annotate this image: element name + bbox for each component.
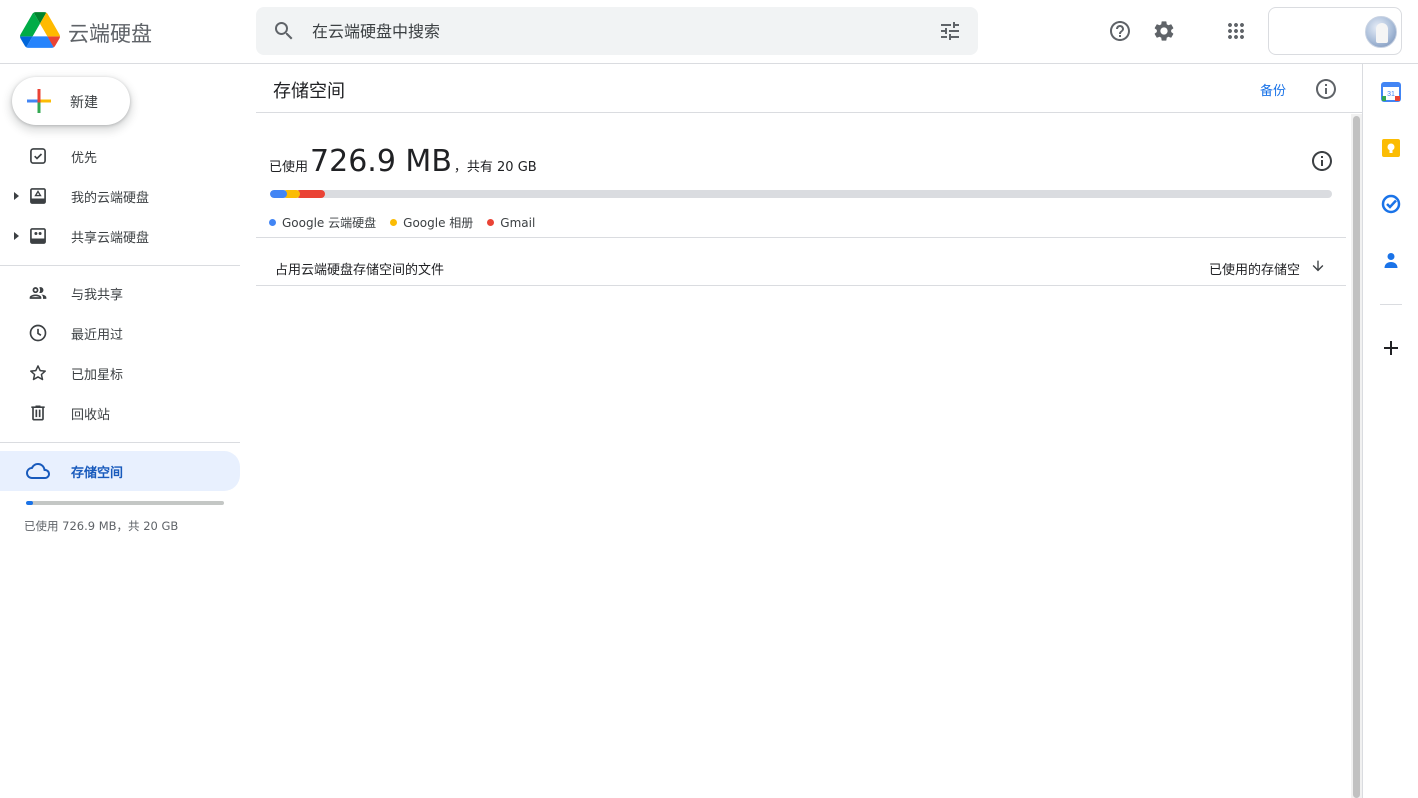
backup-link[interactable]: 备份 <box>1260 80 1286 99</box>
sidebar-storage-bar <box>26 501 224 505</box>
sidebar-item-label: 我的云端硬盘 <box>71 191 150 206</box>
new-button-label: 新建 <box>70 95 98 111</box>
sidebar-item-storage[interactable]: 存储空间 <box>0 451 240 491</box>
files-section-label: 占用云端硬盘存储空间的文件 <box>275 263 445 278</box>
legend-item: Google 相册 <box>390 214 473 231</box>
section-divider <box>256 237 1346 238</box>
avatar[interactable] <box>1365 16 1397 48</box>
sidebar-item-shared-with-me[interactable]: 与我共享 <box>0 277 240 309</box>
info-icon[interactable] <box>1314 77 1338 101</box>
page-title: 存储空间 <box>273 81 345 102</box>
account-switcher[interactable] <box>1268 7 1402 55</box>
clock-icon <box>29 324 47 342</box>
apps-grid-icon[interactable] <box>1224 19 1248 43</box>
legend-dot <box>487 219 495 226</box>
svg-text:31: 31 <box>1387 91 1395 98</box>
search-options-icon[interactable] <box>938 19 962 43</box>
legend-label: Google 相册 <box>403 216 474 230</box>
search-icon[interactable] <box>272 19 296 43</box>
sidebar-item-priority[interactable]: 优先 <box>0 140 240 172</box>
legend-item: Google 云端硬盘 <box>269 214 376 231</box>
priority-check-icon <box>30 148 46 164</box>
search-input[interactable] <box>312 7 912 55</box>
scrollbar-thumb[interactable] <box>1353 116 1360 798</box>
help-icon[interactable] <box>1108 19 1132 43</box>
sidebar-item-my-drive[interactable]: 我的云端硬盘 <box>0 180 240 212</box>
sidebar-item-label: 最近用过 <box>71 328 124 343</box>
trash-icon <box>31 405 45 421</box>
sidebar-item-shared-drives[interactable]: 共享云端硬盘 <box>0 220 240 252</box>
sidebar-item-label: 存储空间 <box>71 466 124 481</box>
settings-gear-icon[interactable] <box>1152 19 1176 43</box>
cloud-icon <box>26 463 50 479</box>
star-icon <box>30 365 46 381</box>
top-header: 云端硬盘 <box>0 0 1418 64</box>
storage-usage-summary: 已使用726.9 MB ，共有 20 GB <box>269 144 537 179</box>
legend-item: Gmail <box>487 216 535 230</box>
sidebar-storage-bar-fill <box>26 501 33 505</box>
calendar-icon[interactable]: 31 <box>1381 82 1401 102</box>
sidebar-item-label: 回收站 <box>71 408 111 423</box>
legend-label: Google 云端硬盘 <box>282 216 377 230</box>
arrow-down-icon[interactable] <box>1310 258 1326 274</box>
app-title: 云端硬盘 <box>68 22 152 46</box>
keep-icon[interactable] <box>1381 138 1401 158</box>
sidebar-item-label: 共享云端硬盘 <box>71 231 150 246</box>
sort-by-storage-button[interactable]: 已使用的存储空 <box>1209 259 1300 278</box>
storage-legend: Google 云端硬盘 Google 相册 Gmail <box>269 214 549 231</box>
usage-prefix: 已使用 <box>269 160 309 175</box>
storage-bar-segment <box>296 190 325 198</box>
main-content: 存储空间 备份 已使用726.9 MB ，共有 20 GB Google 云端硬盘… <box>256 64 1362 798</box>
sidebar-item-label: 已加星标 <box>71 368 124 383</box>
sidebar-divider <box>0 442 240 443</box>
my-drive-icon <box>30 188 46 204</box>
plus-color-icon <box>27 89 51 113</box>
caret-right-icon[interactable] <box>10 230 22 242</box>
storage-bar-segment <box>270 190 287 198</box>
storage-usage-bar <box>270 190 1332 198</box>
side-panel-divider <box>1380 304 1402 305</box>
legend-dot <box>390 219 398 226</box>
usage-amount: 726.9 MB <box>310 144 452 179</box>
search-bar[interactable] <box>256 7 978 55</box>
shared-drive-icon <box>30 228 46 244</box>
main-scrollbar[interactable] <box>1351 114 1362 798</box>
left-sidebar: 新建 优先 我的云端硬盘 共享云端硬盘 与我共享 最近用过 已加星标 回收站 存… <box>0 64 256 798</box>
add-addon-plus-icon[interactable] <box>1381 338 1401 358</box>
legend-dot <box>269 219 276 226</box>
legend-label: Gmail <box>500 216 536 230</box>
section-divider <box>256 285 1346 286</box>
new-button[interactable]: 新建 <box>12 77 130 125</box>
usage-info-icon[interactable] <box>1310 149 1334 173</box>
side-panel: 31 <box>1362 64 1418 798</box>
sidebar-storage-usage-text: 已使用 726.9 MB，共 20 GB <box>24 519 179 533</box>
usage-suffix: ，共有 20 GB <box>453 160 537 175</box>
caret-right-icon[interactable] <box>10 190 22 202</box>
contacts-icon[interactable] <box>1381 250 1401 270</box>
drive-logo-icon[interactable] <box>20 12 60 48</box>
sidebar-item-starred[interactable]: 已加星标 <box>0 357 240 389</box>
main-header: 存储空间 备份 <box>256 64 1362 113</box>
sidebar-item-label: 与我共享 <box>71 288 124 303</box>
sidebar-divider <box>0 265 240 266</box>
sidebar-item-recent[interactable]: 最近用过 <box>0 317 240 349</box>
people-icon <box>29 287 47 299</box>
sidebar-item-label: 优先 <box>71 151 98 166</box>
sidebar-item-trash[interactable]: 回收站 <box>0 397 240 429</box>
tasks-icon[interactable] <box>1381 194 1401 214</box>
